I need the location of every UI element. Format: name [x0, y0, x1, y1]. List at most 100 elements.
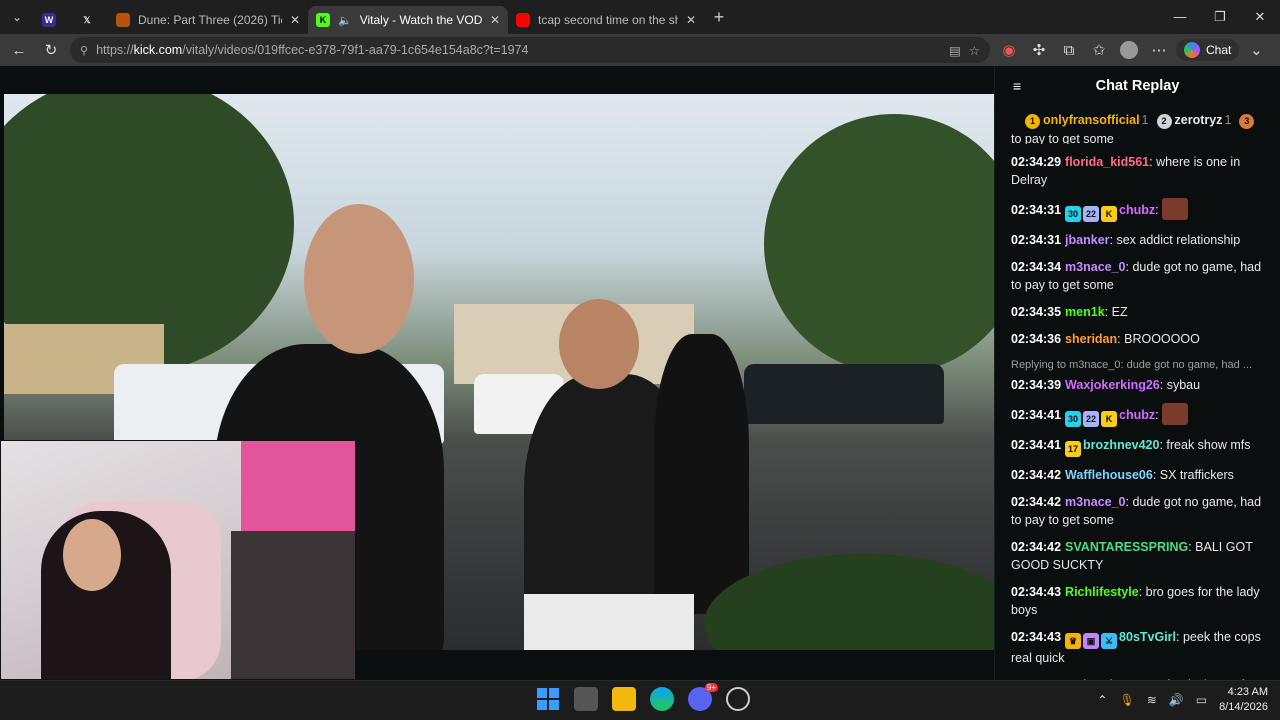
message-text: BROOOOOO — [1124, 332, 1200, 346]
favorite-star-icon[interactable]: ☆ — [969, 43, 980, 58]
chat-username[interactable]: Richlifestyle — [1065, 585, 1139, 599]
chat-username[interactable]: chubz — [1119, 203, 1155, 217]
microphone-icon[interactable]: 🎙 — [1119, 693, 1134, 707]
user-badge-icon[interactable]: 30 — [1065, 411, 1082, 427]
profile-avatar[interactable] — [1116, 37, 1142, 63]
leader-2[interactable]: 2 zerotryz 1 — [1156, 113, 1232, 129]
chat-messages: to pay to get some 02:34:29 florida_kid56… — [995, 134, 1280, 697]
site-info-icon[interactable]: ⚲ — [80, 44, 88, 57]
chat-username[interactable]: brozhnev420 — [1083, 438, 1159, 452]
address-url: https://kick.com/vitaly/videos/019ffcec-… — [96, 43, 529, 57]
chat-message: 02:34:29 florida_kid561: where is one in … — [1011, 153, 1264, 189]
chat-username[interactable]: men1k — [1065, 305, 1105, 319]
tab-dune-tickets[interactable]: Dune: Part Three (2026) Tickets & ✕ — [108, 6, 308, 34]
windows-start-icon[interactable] — [536, 687, 560, 711]
w-logo-icon: W — [42, 13, 56, 27]
leader-name: zerotryz — [1174, 113, 1223, 128]
wifi-icon[interactable]: ≋ — [1147, 693, 1157, 707]
tab-actions-chevron-icon[interactable]: ⌄ — [0, 0, 34, 34]
close-tab-icon[interactable]: ✕ — [490, 13, 500, 27]
copilot-chat-button[interactable]: Chat — [1176, 39, 1240, 61]
restore-icon[interactable]: ❐ — [1200, 9, 1240, 25]
chat-username[interactable]: m3nace_0 — [1065, 260, 1125, 274]
chat-message: 02:34:36 sheridan: BROOOOOO — [1011, 330, 1264, 348]
user-badge-icon[interactable]: 30 — [1065, 206, 1082, 222]
leader-3[interactable]: 3 — [1239, 113, 1257, 129]
user-badge-icon[interactable]: 22 — [1083, 411, 1100, 427]
chat-message: 02:34:43 Richlifestyle: bro goes for the … — [1011, 583, 1264, 619]
reply-context[interactable]: Replying to m3nace_0: dude got no game, … — [1011, 356, 1264, 374]
favorites-icon[interactable]: ✩ — [1086, 37, 1112, 63]
sidebar-chevron-icon[interactable]: ⌄ — [1243, 37, 1269, 63]
fandango-icon — [116, 13, 130, 27]
youtube-icon — [516, 13, 530, 27]
file-explorer-icon[interactable] — [612, 687, 636, 711]
chat-username[interactable]: m3nace_0 — [1065, 495, 1125, 509]
message-timestamp: 02:34:34 — [1011, 260, 1062, 274]
reading-view-icon[interactable]: ▤ — [949, 43, 961, 58]
task-view-icon[interactable] — [574, 687, 598, 711]
leader-1[interactable]: 1 onlyfransofficial 1 — [1025, 113, 1149, 129]
address-bar[interactable]: ⚲ https://kick.com/vitaly/videos/019ffce… — [70, 37, 990, 63]
rank-2-badge: 2 — [1156, 113, 1172, 129]
speaker-icon[interactable]: 🔈 — [338, 14, 352, 27]
clock-time: 4:23 AM — [1227, 686, 1268, 698]
clock-date: 8/14/2026 — [1219, 701, 1268, 713]
user-badge-icon[interactable]: 22 — [1083, 206, 1100, 222]
user-badge-icon[interactable]: ⚔ — [1101, 633, 1118, 649]
leader-count: 1 — [1141, 113, 1149, 128]
new-tab-icon[interactable]: + — [704, 7, 734, 28]
message-timestamp: 02:34:43 — [1011, 585, 1062, 599]
user-badge-icon[interactable]: ▣ — [1083, 633, 1100, 649]
chat-header: ≡ Chat Replay — [995, 66, 1280, 106]
webcam-streamer-face — [63, 519, 121, 591]
close-window-icon[interactable]: ✕ — [1240, 9, 1280, 25]
message-separator: : — [1159, 378, 1167, 392]
close-tab-icon[interactable]: ✕ — [290, 13, 300, 27]
collapse-chat-icon[interactable]: ≡ — [1013, 78, 1021, 94]
chat-username[interactable]: SVANTARESSPRING — [1065, 540, 1188, 554]
close-tab-icon[interactable]: ✕ — [686, 13, 696, 27]
chat-username[interactable]: jbanker — [1065, 233, 1109, 247]
steam-icon[interactable] — [726, 687, 750, 711]
chat-username[interactable]: Waxjokerking26 — [1065, 378, 1160, 392]
message-timestamp: 02:34:31 — [1011, 233, 1062, 247]
extensions-icon[interactable]: ✣ — [1026, 37, 1052, 63]
discord-icon[interactable]: 9+ — [688, 683, 718, 711]
minimize-icon[interactable]: — — [1160, 9, 1200, 25]
tab-x[interactable]: 𝕏 — [72, 6, 108, 34]
chat-username[interactable]: florida_kid561 — [1065, 155, 1149, 169]
user-badge-icon[interactable]: K — [1101, 206, 1118, 222]
chat-username[interactable]: 80sTvGirl — [1119, 630, 1176, 644]
user-badge-icon[interactable]: 17 — [1065, 441, 1082, 457]
tab-kick-vod[interactable]: K 🔈 Vitaly - Watch the VOD on Kic ✕ — [308, 6, 508, 34]
battery-icon[interactable]: ▭ — [1196, 693, 1207, 707]
window-controls: — ❐ ✕ — [1160, 9, 1280, 25]
more-menu-icon[interactable]: ⋯ — [1146, 37, 1172, 63]
leader-count: 1 — [1224, 113, 1232, 128]
leader-name: onlyfransofficial — [1043, 113, 1140, 128]
tab-title: tcap second time on the show - Yo — [538, 13, 678, 27]
chat-username[interactable]: Wafflehouse06 — [1065, 468, 1153, 482]
message-separator: : — [1138, 585, 1146, 599]
refresh-icon[interactable]: ↻ — [38, 37, 64, 63]
tab-youtube[interactable]: tcap second time on the show - Yo ✕ — [508, 6, 704, 34]
split-screen-icon[interactable]: ⧉ — [1056, 37, 1082, 63]
chat-message: 02:34:34 m3nace_0: dude got no game, had … — [1011, 258, 1264, 294]
chat-username[interactable]: sheridan — [1065, 332, 1117, 346]
clock[interactable]: 4:23 AM 8/14/2026 — [1219, 685, 1268, 715]
extension-badge-icon[interactable]: ◉ — [996, 37, 1022, 63]
chat-emote-icon[interactable] — [1162, 198, 1189, 220]
message-timestamp: 02:34:39 — [1011, 378, 1062, 392]
back-icon[interactable]: ← — [6, 37, 32, 63]
chat-message: 02:34:39 Waxjokerking26: sybau — [1011, 376, 1264, 394]
chat-emote-icon[interactable] — [1162, 403, 1189, 425]
edge-icon[interactable] — [650, 687, 674, 711]
chat-username[interactable]: chubz — [1119, 408, 1155, 422]
volume-icon[interactable]: 🔊 — [1169, 693, 1184, 707]
tab-w[interactable]: W — [34, 6, 72, 34]
user-badge-icon[interactable]: ♛ — [1065, 633, 1082, 649]
message-timestamp: 02:34:41 — [1011, 438, 1062, 452]
user-badge-icon[interactable]: K — [1101, 411, 1118, 427]
show-hidden-icons-icon[interactable]: ⌃ — [1097, 693, 1107, 707]
